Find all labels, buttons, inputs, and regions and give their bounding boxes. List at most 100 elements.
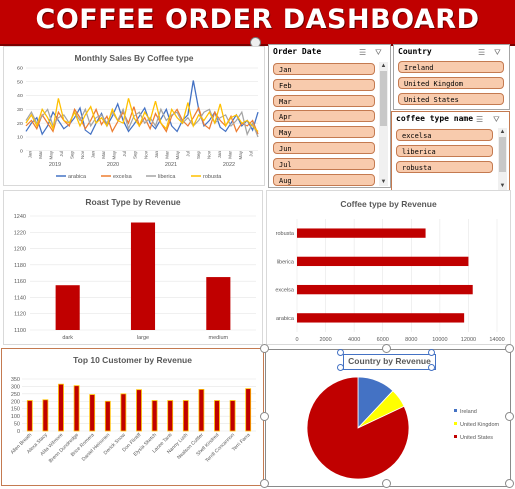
legend-swatch <box>454 422 457 425</box>
y-tick-label: 50 <box>14 422 20 428</box>
x-month-label: May <box>48 150 53 159</box>
title-handle-right[interactable] <box>428 349 435 356</box>
roast-type-chart[interactable]: Roast Type by Revenue 1100 1120 1140 1160 11… <box>3 190 263 345</box>
multi-select-icon[interactable]: ☰ <box>478 48 485 57</box>
x-tick-label: medium <box>209 335 229 341</box>
x-month-label: May <box>112 150 117 159</box>
y-tick-label: liberica <box>277 259 295 265</box>
title-bar: COFFEE ORDER DASHBOARD <box>0 0 515 48</box>
slicer-item[interactable]: excelsa <box>396 129 493 141</box>
slicer-item[interactable]: May <box>273 126 375 139</box>
x-month-label: Jan <box>91 151 96 159</box>
slicer-item[interactable]: Jun <box>273 142 375 154</box>
x-tick-label: 10000 <box>432 337 447 343</box>
bar-customer <box>136 389 142 432</box>
resize-handle-bottom-right[interactable] <box>505 479 514 488</box>
resize-handle-left[interactable] <box>260 412 269 421</box>
slicer-item[interactable]: Aug <box>273 173 375 186</box>
x-year-label: 2022 <box>223 162 235 168</box>
scroll-down-icon[interactable]: ▼ <box>498 182 507 190</box>
clear-filter-icon[interactable]: ⛛ <box>494 48 501 58</box>
y-tick-label: 10 <box>17 135 23 140</box>
x-tick-label: 12000 <box>461 337 476 343</box>
bar-customer <box>229 400 236 432</box>
x-month-label: Mar <box>38 150 43 158</box>
slicer-item[interactable]: Jan <box>273 63 375 75</box>
slicer-item[interactable]: Mar <box>273 94 375 107</box>
dashboard-title: COFFEE ORDER DASHBOARD <box>35 4 480 35</box>
coffee-type-revenue-chart[interactable]: Coffee type by Revenue 0 2000 4000 6000 8000… <box>266 190 511 345</box>
slicer-item[interactable]: robusta <box>396 161 493 173</box>
y-tick-label: 250 <box>11 392 20 398</box>
resize-handle-top-left[interactable] <box>260 344 269 353</box>
x-tick-label: 6000 <box>377 337 389 343</box>
slicer-item[interactable]: Feb <box>273 78 375 91</box>
multi-select-icon[interactable]: ☰ <box>359 48 366 57</box>
y-tick-label: 1140 <box>14 295 26 301</box>
slicer-item[interactable]: United Kingdom <box>398 77 504 89</box>
plot-area: 0 10 20 30 40 50 60 <box>17 66 259 154</box>
x-month-label: Mar <box>228 150 233 158</box>
scroll-up-icon[interactable]: ▲ <box>498 128 507 136</box>
y-tick-label: 50 <box>17 80 23 85</box>
clear-filter-icon[interactable]: ⛛ <box>493 115 500 125</box>
legend-label: excelsa <box>113 174 133 180</box>
top-customer-chart[interactable]: Top 10 Customer by Revenue 0 50 100 150 200 2… <box>1 348 264 486</box>
x-month-label: Nov <box>207 150 212 159</box>
bar-customer <box>245 388 252 432</box>
y-tick-label: robusta <box>276 231 295 237</box>
slicer-item[interactable]: Apr <box>273 110 375 123</box>
slicer-item[interactable]: United States <box>398 93 504 105</box>
x-tick-label: 4000 <box>348 337 360 343</box>
slicer-item[interactable]: Ireland <box>398 61 504 73</box>
country-revenue-chart[interactable]: Ireland United Kingdom United States Count… <box>265 349 511 487</box>
monthly-sales-chart[interactable]: Monthly Sales By Coffee type 0 10 20 30 40 50… <box>3 46 265 186</box>
x-year-label: 2020 <box>107 162 119 168</box>
title-handle-bottom-left[interactable] <box>337 364 344 371</box>
multi-select-icon[interactable]: ☰ <box>476 115 483 124</box>
bar-customer <box>89 394 96 432</box>
y-tick-label: 0 <box>20 149 23 154</box>
scroll-down-icon[interactable]: ▼ <box>379 178 388 186</box>
legend-label: United Kingdom <box>460 422 500 428</box>
y-tick-label: 1100 <box>14 328 26 334</box>
y-tick-label: 150 <box>11 407 20 413</box>
clear-filter-icon[interactable]: ⛛ <box>375 48 382 58</box>
resize-handle-bottom[interactable] <box>382 479 391 488</box>
bar-customer <box>73 385 80 432</box>
slicer-item[interactable]: Jul <box>273 157 375 170</box>
coffee-type-scrollbar[interactable]: ▲ ▼ <box>498 128 507 190</box>
bar-customer <box>26 400 33 432</box>
x-tick-label: 8000 <box>405 337 417 343</box>
x-month-label: Sep <box>133 151 138 160</box>
resize-handle-top-right[interactable] <box>505 344 514 353</box>
scroll-thumb[interactable] <box>380 71 387 126</box>
title-handle-bottom-right[interactable] <box>428 364 435 371</box>
bar-arabica <box>297 313 465 323</box>
title-handle-left[interactable] <box>337 349 344 356</box>
coffee-type-slicer[interactable]: coffee type name ☰ ⛛ excelsa liberica robu… <box>391 111 510 193</box>
x-month-label: Jan <box>154 151 159 159</box>
x-month-label: Jul <box>122 151 127 157</box>
y-tick-label: 1220 <box>14 230 26 236</box>
top-customer-plot: 050100150200250300350Allen BreathAlexa S… <box>10 377 256 464</box>
country-revenue-title-box[interactable]: Country by Revenue <box>343 354 436 370</box>
x-year-label: 2021 <box>165 162 177 168</box>
country-revenue-plot: Ireland United Kingdom United States <box>306 376 500 480</box>
scroll-thumb[interactable] <box>499 137 506 172</box>
order-date-slicer[interactable]: Order Date ☰ ⛛ Jan Feb Mar Apr May Jun Jul Aug … <box>268 44 391 188</box>
y-tick-label: 30 <box>17 107 23 112</box>
x-year-label: 2019 <box>49 162 61 168</box>
scroll-up-icon[interactable]: ▲ <box>379 62 388 70</box>
country-slicer[interactable]: Country ☰ ⛛ Ireland United Kingdom United … <box>393 44 510 110</box>
slicer-item[interactable]: liberica <box>396 145 493 157</box>
resize-handle-bottom-left[interactable] <box>260 479 269 488</box>
x-month-label: Jan <box>217 151 222 159</box>
resize-handle-top[interactable] <box>382 344 391 353</box>
y-tick-label: arabica <box>276 316 295 322</box>
order-date-scrollbar[interactable]: ▲ ▼ <box>379 62 388 186</box>
coffee-type-revenue-plot: 0 2000 4000 6000 8000 10000 12000 14000 robusta l… <box>275 219 505 343</box>
y-tick-label: 1200 <box>14 247 26 253</box>
bar-excelsa <box>297 284 473 295</box>
resize-handle-right[interactable] <box>505 412 514 421</box>
